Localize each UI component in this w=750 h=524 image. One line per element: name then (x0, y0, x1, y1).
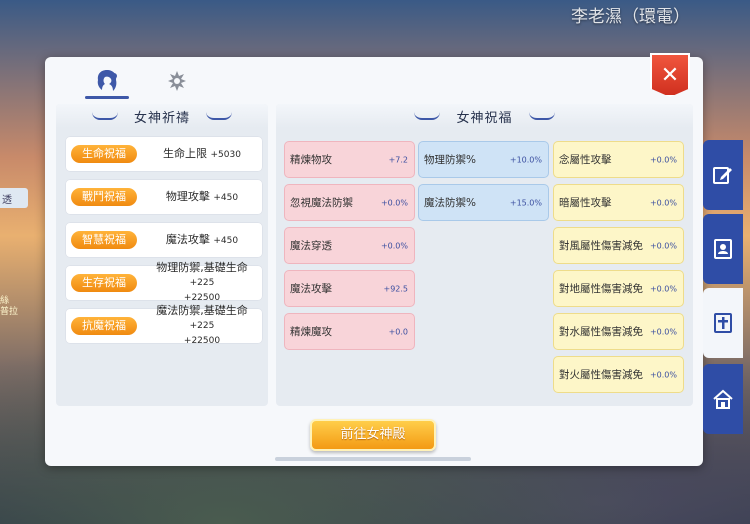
prayer-stat: 魔法攻擊 +450 (165, 232, 239, 246)
blessing-cell: 忽視魔法防禦 +0.0% (284, 184, 415, 221)
blessing-cell: 對地屬性傷害減免 +0.0% (553, 270, 684, 307)
prayer-stat: 物理攻擊 +450 (165, 189, 239, 203)
blessing-cell: 對火屬性傷害減免 +0.0% (553, 356, 684, 393)
prayer-section-header: 女神祈禱 (56, 104, 268, 128)
side-tab-edit[interactable] (703, 140, 743, 210)
side-tab-house[interactable] (703, 364, 743, 434)
prayer-section-title: 女神祈禱 (133, 110, 190, 126)
goto-goddess-temple-button[interactable]: 前往女神殿 (310, 419, 436, 451)
blessing-cell: 魔法穿透 +0.0% (284, 227, 415, 264)
wave-deco-icon (528, 112, 555, 120)
prayer-badge: 抗魔祝福 (71, 317, 137, 335)
blessing-cell: 精煉魔攻 +0.0 (284, 313, 415, 350)
cross-book-icon (714, 313, 732, 333)
prayer-badge: 戰鬥祝福 (71, 188, 137, 206)
blessing-section-header: 女神祝福 (276, 104, 693, 128)
blessing-cell: 暗屬性攻擊 +0.0% (553, 184, 684, 221)
prayer-badge: 智慧祝福 (71, 231, 137, 249)
scroll-indicator (275, 457, 471, 461)
side-tab-goddess[interactable] (703, 288, 743, 358)
wave-deco-icon (414, 112, 441, 120)
panel-tabs (45, 57, 703, 103)
prayer-row[interactable]: 智慧祝福 魔法攻擊 +450 (65, 222, 263, 258)
side-tab-contacts[interactable] (703, 214, 743, 284)
emblem-icon (168, 71, 186, 91)
prayer-stat: 物理防禦,基礎生命 +225 +22500 (156, 261, 248, 303)
blessing-section: 女神祝福 精煉物攻 +7.2 忽視魔法防禦 +0.0% 魔法穿透 +0.0% 魔法攻擊… (276, 104, 693, 406)
blessing-cell: 對水屬性傷害減免 +0.0% (553, 313, 684, 350)
blessing-cell: 對風屬性傷害減免 +0.0% (553, 227, 684, 264)
edit-icon (713, 167, 732, 184)
left-edge-button[interactable]: 透 (0, 188, 28, 208)
blessing-section-title: 女神祝福 (456, 110, 513, 126)
prayer-section: 女神祈禱 生命祝福 生命上限 +5030 戰鬥祝福 物理攻擊 +450 智慧祝福… (56, 104, 268, 406)
goddess-panel: ✕ 女神祈禱 生命祝福 生命上限 +5030 戰鬥祝福 物理攻擊 +450 智慧… (45, 53, 703, 466)
prayer-row[interactable]: 生命祝福 生命上限 +5030 (65, 136, 263, 172)
prayer-row[interactable]: 生存祝福 物理防禦,基礎生命 +225 +22500 (65, 261, 263, 303)
background-player-title: 李老濕（環電） (571, 7, 690, 27)
blessing-cell: 魔法防禦% +15.0% (418, 184, 549, 221)
prayer-badge: 生存祝福 (71, 274, 137, 292)
prayer-row[interactable]: 戰鬥祝福 物理攻擊 +450 (65, 179, 263, 215)
prayer-badge: 生命祝福 (71, 145, 137, 163)
left-edge-label: 絲 普拉 (0, 296, 19, 317)
contact-book-icon (714, 239, 732, 259)
close-button[interactable]: ✕ (650, 53, 690, 97)
blessing-cell: 物理防禦% +10.0% (418, 141, 549, 178)
blessing-cell: 念屬性攻擊 +0.0% (553, 141, 684, 178)
blessing-cell: 精煉物攻 +7.2 (284, 141, 415, 178)
prayer-row[interactable]: 抗魔祝福 魔法防禦,基礎生命 +225 +22500 (65, 304, 263, 346)
wave-deco-icon (206, 112, 232, 120)
close-icon: ✕ (660, 62, 680, 88)
goddess-head-icon (97, 70, 117, 91)
prayer-stat: 魔法防禦,基礎生命 +225 +22500 (156, 304, 248, 346)
tab-emblem[interactable] (153, 65, 201, 97)
house-icon (713, 389, 733, 409)
blessing-cell: 魔法攻擊 +92.5 (284, 270, 415, 307)
tab-goddess[interactable] (83, 65, 131, 99)
prayer-stat: 生命上限 +5030 (163, 146, 241, 160)
wave-deco-icon (91, 112, 118, 120)
